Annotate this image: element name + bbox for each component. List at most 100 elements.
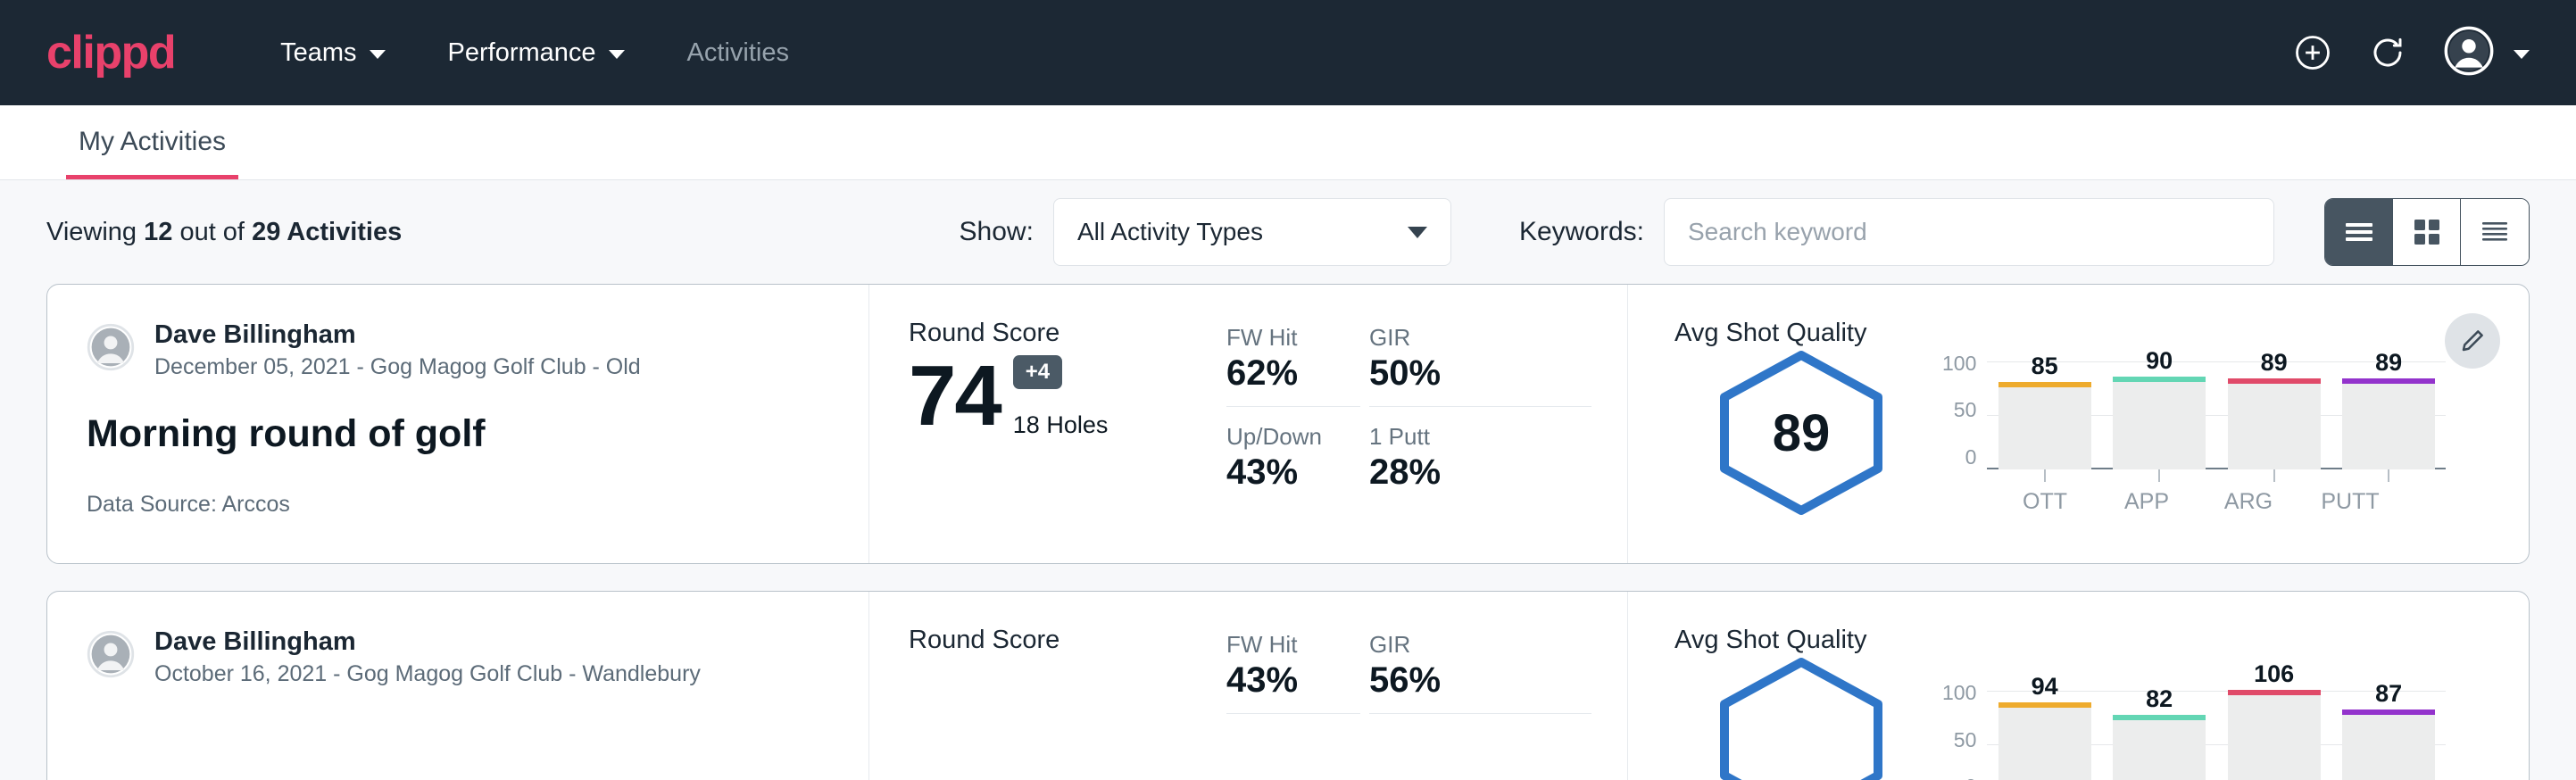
nav-item-activities-label: Activities [687,38,789,68]
stat-fw-hit: FW Hit 43% [1226,631,1360,714]
keyword-filter: Keywords: [1519,198,2274,266]
nav-item-teams[interactable]: Teams [280,38,385,68]
activity-card[interactable]: Dave Billingham December 05, 2021 - Gog … [46,284,2530,564]
round-score-label: Round Score [909,319,1226,348]
stat-fw-hit-value: 43% [1226,660,1360,701]
activity-type-select[interactable]: All Activity Types [1053,198,1451,266]
stat-1-putt-label: 1 Putt [1369,423,1591,451]
viewing-count: 12 [144,218,172,246]
avg-shot-quality-label: Avg Shot Quality [1674,626,2489,655]
activity-meta: October 16, 2021 - Gog Magog Golf Club -… [154,661,701,687]
stat-gir-label: GIR [1369,631,1591,659]
avatar [87,323,135,376]
account-avatar-icon [2444,26,2494,80]
chevron-down-icon [370,50,386,59]
activity-owner-text: Dave Billingham October 16, 2021 - Gog M… [154,626,701,687]
view-mode-grid-button[interactable] [2393,199,2461,265]
chevron-down-icon [2514,50,2530,59]
chart-bar-ott-value: 94 [2032,673,2058,701]
activity-owner-name: Dave Billingham [154,319,641,351]
round-score-section: Round Score 74 +4 18 Holes [869,285,1226,563]
top-navigation-bar: clippd Teams Performance Activities [0,0,2576,105]
viewing-total: 29 Activities [252,218,402,246]
chart-bar-putt-value: 87 [2375,680,2402,708]
x-tick-app: APP [2100,489,2193,515]
chart-bar-arg: 89 [2228,349,2321,469]
chevron-down-icon [1408,227,1427,238]
viewing-summary: Viewing 12 out of 29 Activities [46,218,402,247]
round-score-label: Round Score [909,626,1226,655]
stat-fw-hit-label: FW Hit [1226,631,1360,659]
quality-score-value: 89 [1712,350,1890,516]
tab-my-activities[interactable]: My Activities [66,127,238,179]
activity-stats-grid: FW Hit 43% GIR 56% [1226,592,1628,780]
refresh-icon[interactable] [2369,34,2406,71]
shot-quality-chart: 100 50 0 85 [1890,352,2446,515]
chart-bar-app-value: 90 [2146,347,2173,375]
round-score-value-row: 74 +4 18 Holes [909,353,1226,439]
chart-bar-arg-value: 106 [2254,660,2294,688]
nav-item-performance-label: Performance [448,38,596,68]
round-score-section: Round Score [869,592,1226,780]
activity-stats-grid: FW Hit 62% GIR 50% Up/Down 43% 1 Putt 28… [1226,285,1628,563]
x-tick-ott: OTT [1998,489,2091,515]
round-score-side: +4 18 Holes [1013,355,1109,439]
x-tick-putt: PUTT [2304,489,2397,515]
y-tick-100: 100 [1942,352,1976,376]
add-circle-icon[interactable] [2294,34,2331,71]
activity-data-source: Data Source: Arccos [87,492,829,518]
chart-bar-app: 82 [2113,685,2206,780]
chart-bar-ott: 94 [1998,673,2091,780]
holes-played: 18 Holes [1013,411,1109,439]
stat-up-down-label: Up/Down [1226,423,1360,451]
edit-activity-button[interactable] [2445,313,2500,369]
chart-bar-arg: 106 [2228,660,2321,780]
search-input[interactable] [1664,198,2274,266]
avg-shot-quality-body: 100 50 0 94 [1674,657,2489,780]
chart-bar-ott-value: 85 [2032,353,2058,380]
activity-card-info: Dave Billingham October 16, 2021 - Gog M… [47,592,869,780]
stat-fw-hit-value: 62% [1226,353,1360,394]
quality-hexagon: 89 [1712,350,1890,516]
chart-plot-area: 94 82 106 [1987,681,2446,780]
avg-shot-quality-body: 89 100 50 0 [1674,350,2489,516]
activity-type-select-value: All Activity Types [1077,218,1263,246]
stat-gir-label: GIR [1369,324,1591,352]
avg-shot-quality-section: Avg Shot Quality 100 50 0 [1628,592,2529,780]
account-menu[interactable] [2444,26,2530,80]
chart-bar-arg-value: 89 [2261,349,2288,377]
filter-toolbar: Viewing 12 out of 29 Activities Show: Al… [0,180,2576,284]
activity-card-list: Dave Billingham December 05, 2021 - Gog … [0,284,2576,780]
activity-owner: Dave Billingham December 05, 2021 - Gog … [87,319,829,380]
activity-card[interactable]: Dave Billingham October 16, 2021 - Gog M… [46,591,2530,780]
round-score-value: 74 [909,353,1001,439]
view-mode-list-button[interactable] [2325,199,2393,265]
tab-my-activities-label: My Activities [79,127,226,156]
view-mode-compact-button[interactable] [2461,199,2529,265]
chart-bar-app: 90 [2113,347,2206,469]
chart-bar-putt-value: 89 [2375,349,2402,377]
stat-up-down: Up/Down 43% [1226,423,1360,493]
stat-fw-hit-label: FW Hit [1226,324,1360,352]
y-tick-50: 50 [1942,398,1976,422]
filter-controls: Show: All Activity Types Keywords: [960,198,2530,266]
activity-meta: December 05, 2021 - Gog Magog Golf Club … [154,354,641,380]
activity-owner-name: Dave Billingham [154,626,701,658]
y-tick-50: 50 [1942,728,1976,752]
chart-y-axis: 100 50 0 [1942,352,1987,469]
viewing-middle: out of [179,218,245,246]
chart-x-axis: OTT APP ARG PUTT [1942,489,2401,515]
chart-plot-area: 85 90 89 [1987,352,2446,469]
app-logo[interactable]: clippd [46,29,175,76]
nav-item-performance[interactable]: Performance [448,38,625,68]
quality-hexagon [1712,657,1890,780]
chart-bars: 94 82 106 [1987,681,2446,780]
y-tick-100: 100 [1942,681,1976,705]
chart-bar-ott: 85 [1998,353,2091,469]
stat-up-down-value: 43% [1226,452,1360,493]
stat-1-putt-value: 28% [1369,452,1591,493]
activity-title: Morning round of golf [87,412,829,456]
nav-item-activities[interactable]: Activities [687,38,789,68]
page-tab-strip: My Activities [0,105,2576,180]
chart-bar-putt: 89 [2342,349,2435,469]
